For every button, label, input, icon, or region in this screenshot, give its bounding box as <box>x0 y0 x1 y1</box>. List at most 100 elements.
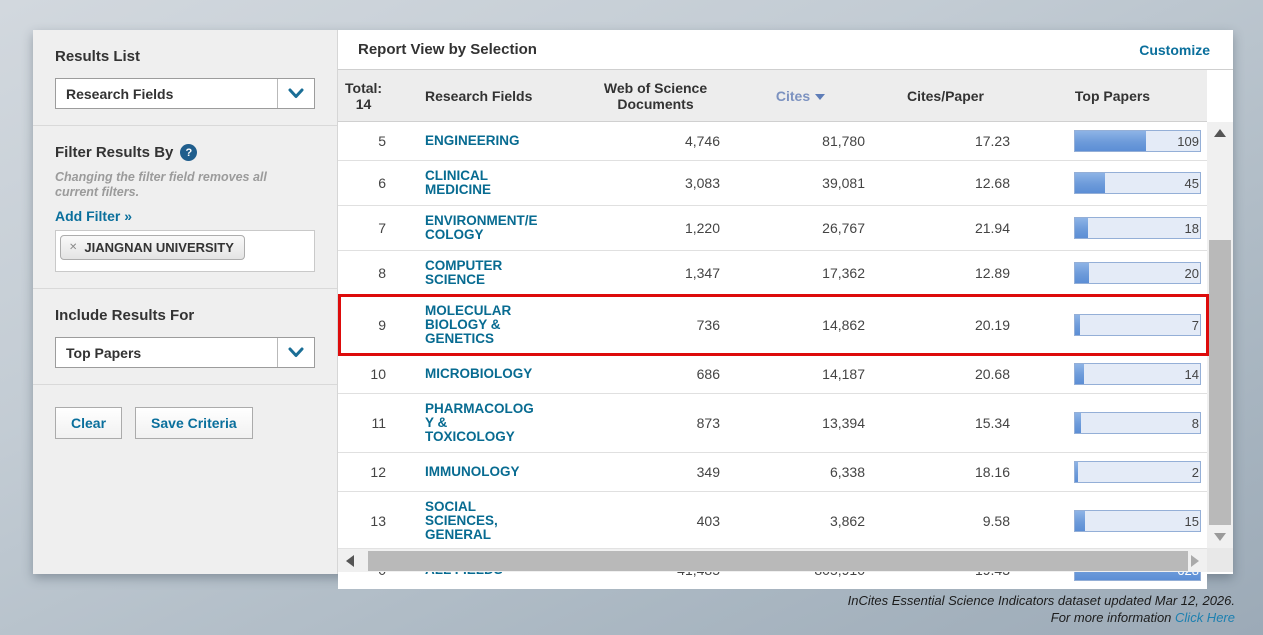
include-results-selected: Top Papers <box>56 338 277 367</box>
filter-tag-label: JIANGNAN UNIVERSITY <box>84 240 234 255</box>
table-row: 8 COMPUTER SCIENCE 1,347 17,362 12.89 20 <box>338 250 1207 295</box>
top-papers-bar: 14 <box>1074 363 1201 385</box>
horizontal-scrollbar-thumb[interactable] <box>368 551 1188 571</box>
top-papers-bar-fill <box>1075 263 1089 283</box>
table-row: 9 MOLECULAR BIOLOGY & GENETICS 736 14,86… <box>338 295 1207 354</box>
research-field-link[interactable]: CLINICAL MEDICINE <box>425 169 491 197</box>
table-row: 6 CLINICAL MEDICINE 3,083 39,081 12.68 4… <box>338 160 1207 205</box>
wos-documents-value: 403 <box>697 514 720 528</box>
total-count-header: Total:14 <box>338 80 398 112</box>
top-papers-bar-fill <box>1075 511 1085 531</box>
results-list-dropdown[interactable]: Research Fields <box>55 78 315 109</box>
remove-filter-icon[interactable]: ✕ <box>69 242 77 253</box>
cites-per-paper-value: 17.23 <box>975 134 1010 148</box>
wos-documents-value: 736 <box>697 318 720 332</box>
top-papers-value: 7 <box>1192 315 1199 335</box>
results-list-section: Results List Research Fields <box>33 30 337 126</box>
rank-value: 5 <box>378 134 386 148</box>
top-papers-bar: 45 <box>1074 172 1201 194</box>
research-field-link[interactable]: ENGINEERING <box>425 134 520 148</box>
research-field-link[interactable]: COMPUTER SCIENCE <box>425 259 502 287</box>
wos-documents-value: 873 <box>697 416 720 430</box>
top-papers-bar-fill <box>1075 218 1088 238</box>
horizontal-scrollbar[interactable] <box>338 548 1207 572</box>
cites-per-paper-value: 9.58 <box>983 514 1010 528</box>
report-title: Report View by Selection <box>358 41 537 58</box>
results-list-heading: Results List <box>55 48 315 65</box>
sidebar-actions: Clear Save Criteria <box>33 385 337 461</box>
criteria-sidebar: Results List Research Fields Filter Resu… <box>33 30 338 574</box>
wos-documents-value: 1,220 <box>685 221 720 235</box>
rank-value: 12 <box>370 465 386 479</box>
scroll-left-icon[interactable] <box>340 549 360 573</box>
rank-value: 8 <box>378 266 386 280</box>
column-header-wos-documents: Web of Science Documents <box>583 80 728 112</box>
wos-documents-value: 1,347 <box>685 266 720 280</box>
cites-value: 13,394 <box>822 416 865 430</box>
top-papers-bar: 8 <box>1074 412 1201 434</box>
table-row: 5 ENGINEERING 4,746 81,780 17.23 109 <box>338 122 1207 160</box>
include-results-dropdown[interactable]: Top Papers <box>55 337 315 368</box>
table-row: 13 SOCIAL SCIENCES, GENERAL 403 3,862 9.… <box>338 491 1207 550</box>
include-results-heading: Include Results For <box>55 307 315 324</box>
customize-link[interactable]: Customize <box>1139 42 1210 58</box>
results-table-body: 5 ENGINEERING 4,746 81,780 17.23 109 6 C… <box>338 122 1207 589</box>
rank-value: 11 <box>371 416 386 430</box>
help-icon[interactable]: ? <box>180 144 197 161</box>
cites-value: 17,362 <box>822 266 865 280</box>
cites-value: 14,187 <box>822 367 865 381</box>
vertical-scrollbar-thumb[interactable] <box>1209 240 1231 525</box>
top-papers-value: 18 <box>1185 218 1199 238</box>
results-list-selected: Research Fields <box>56 79 277 108</box>
click-here-link[interactable]: Click Here <box>1175 610 1235 625</box>
research-field-link[interactable]: ENVIRONMENT/E COLOGY <box>425 214 538 242</box>
scrollbar-corner <box>1207 548 1233 572</box>
rank-value: 13 <box>370 514 386 528</box>
cites-value: 81,780 <box>822 134 865 148</box>
top-papers-bar: 7 <box>1074 314 1201 336</box>
research-field-link[interactable]: MICROBIOLOGY <box>425 367 532 381</box>
cites-value: 6,338 <box>830 465 865 479</box>
top-papers-bar-fill <box>1075 364 1084 384</box>
research-field-link[interactable]: IMMUNOLOGY <box>425 465 520 479</box>
sort-desc-icon <box>815 94 825 100</box>
top-papers-bar: 109 <box>1074 130 1201 152</box>
research-field-link[interactable]: PHARMACOLOG Y & TOXICOLOGY <box>425 402 534 444</box>
scroll-right-icon[interactable] <box>1185 549 1205 573</box>
rank-value: 7 <box>378 221 386 235</box>
filter-note: Changing the filter field removes all cu… <box>55 170 305 200</box>
cites-value: 26,767 <box>822 221 865 235</box>
top-papers-bar: 15 <box>1074 510 1201 532</box>
filter-section: Filter Results By ? Changing the filter … <box>33 126 337 289</box>
table-row: 10 MICROBIOLOGY 686 14,187 20.68 14 <box>338 354 1207 393</box>
top-papers-bar-fill <box>1075 462 1078 482</box>
cites-per-paper-value: 20.68 <box>975 367 1010 381</box>
more-info-text: For more information <box>1051 610 1175 625</box>
clear-button[interactable]: Clear <box>55 407 122 439</box>
table-row: 7 ENVIRONMENT/E COLOGY 1,220 26,767 21.9… <box>338 205 1207 250</box>
add-filter-link[interactable]: Add Filter » <box>55 208 132 224</box>
chevron-down-icon <box>277 79 314 108</box>
table-header-row: Total:14 Research Fields Web of Science … <box>338 70 1207 122</box>
column-header-cites[interactable]: Cites <box>728 88 873 104</box>
cites-value: 14,862 <box>822 318 865 332</box>
top-papers-bar-fill <box>1075 131 1146 151</box>
active-filters-box: ✕ JIANGNAN UNIVERSITY <box>55 230 315 272</box>
cites-per-paper-value: 18.16 <box>975 465 1010 479</box>
chevron-down-icon <box>277 338 314 367</box>
scroll-up-icon[interactable] <box>1207 124 1233 142</box>
column-header-cites-per-paper: Cites/Paper <box>873 88 1018 104</box>
dataset-footer: InCites Essential Science Indicators dat… <box>848 592 1235 626</box>
top-papers-bar-fill <box>1075 315 1080 335</box>
research-field-link[interactable]: SOCIAL SCIENCES, GENERAL <box>425 500 498 542</box>
column-header-top-papers: Top Papers <box>1018 88 1207 104</box>
report-titlebar: Report View by Selection Customize <box>338 30 1233 70</box>
cites-value: 39,081 <box>822 176 865 190</box>
vertical-scrollbar[interactable] <box>1207 122 1233 548</box>
column-header-research-fields: Research Fields <box>398 88 583 104</box>
save-criteria-button[interactable]: Save Criteria <box>135 407 253 439</box>
research-field-link[interactable]: MOLECULAR BIOLOGY & GENETICS <box>425 304 511 346</box>
scroll-down-icon[interactable] <box>1207 528 1233 546</box>
rank-value: 6 <box>378 176 386 190</box>
top-papers-bar-fill <box>1075 173 1105 193</box>
